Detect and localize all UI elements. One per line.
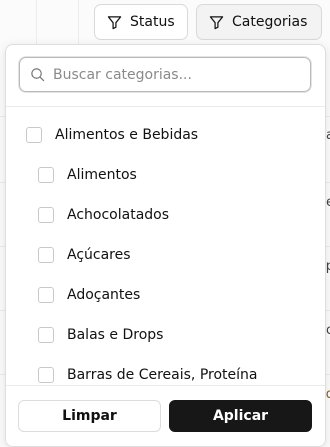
status-filter-label: Status	[130, 14, 175, 30]
search-section	[6, 45, 325, 107]
category-label: Achocolatados	[67, 207, 170, 223]
category-label: Açúcares	[67, 247, 131, 263]
search-input[interactable]	[53, 66, 300, 83]
checkbox[interactable]	[38, 367, 54, 383]
background-text-fragment: d	[325, 387, 330, 402]
category-label: Alimentos e Bebidas	[55, 127, 199, 143]
checkbox[interactable]	[38, 167, 54, 183]
search-box[interactable]	[19, 57, 311, 92]
category-label: Balas e Drops	[67, 327, 164, 343]
category-item-alimentos-e-bebidas[interactable]: Alimentos e Bebidas	[6, 115, 325, 155]
background-text-fragment: e	[326, 195, 330, 210]
categories-filter-label: Categorias	[232, 14, 308, 30]
category-item-barras-de-cereais[interactable]: Barras de Cereais, Proteína	[6, 355, 325, 387]
filter-icon	[209, 15, 224, 29]
category-item-alimentos[interactable]: Alimentos	[6, 155, 325, 195]
category-item-achocolatados[interactable]: Achocolatados	[6, 195, 325, 235]
filter-icon	[107, 15, 122, 29]
categories-popover: Alimentos e Bebidas Alimentos Achocolata…	[5, 44, 326, 447]
category-label: Adoçantes	[67, 287, 141, 303]
apply-button[interactable]: Aplicar	[169, 400, 312, 432]
category-label: Barras de Cereais, Proteína	[67, 367, 258, 383]
category-label: Alimentos	[67, 167, 137, 183]
category-item-acucares[interactable]: Açúcares	[6, 235, 325, 275]
checkbox[interactable]	[38, 327, 54, 343]
search-icon	[31, 68, 45, 82]
background-text-fragment: p	[325, 259, 330, 274]
checkbox[interactable]	[38, 287, 54, 303]
checkbox[interactable]	[38, 207, 54, 223]
categories-filter-button[interactable]: Categorias	[196, 4, 323, 40]
checkbox[interactable]	[26, 127, 42, 143]
background-text-fragment: o	[326, 323, 330, 338]
category-item-balas-e-drops[interactable]: Balas e Drops	[6, 315, 325, 355]
status-filter-button[interactable]: Status	[94, 4, 188, 40]
background-text-fragment: a	[326, 128, 330, 143]
clear-button[interactable]: Limpar	[18, 400, 161, 432]
category-item-adocantes[interactable]: Adoçantes	[6, 275, 325, 315]
category-list[interactable]: Alimentos e Bebidas Alimentos Achocolata…	[6, 115, 325, 387]
checkbox[interactable]	[38, 247, 54, 263]
popover-footer: Limpar Aplicar	[6, 385, 325, 446]
